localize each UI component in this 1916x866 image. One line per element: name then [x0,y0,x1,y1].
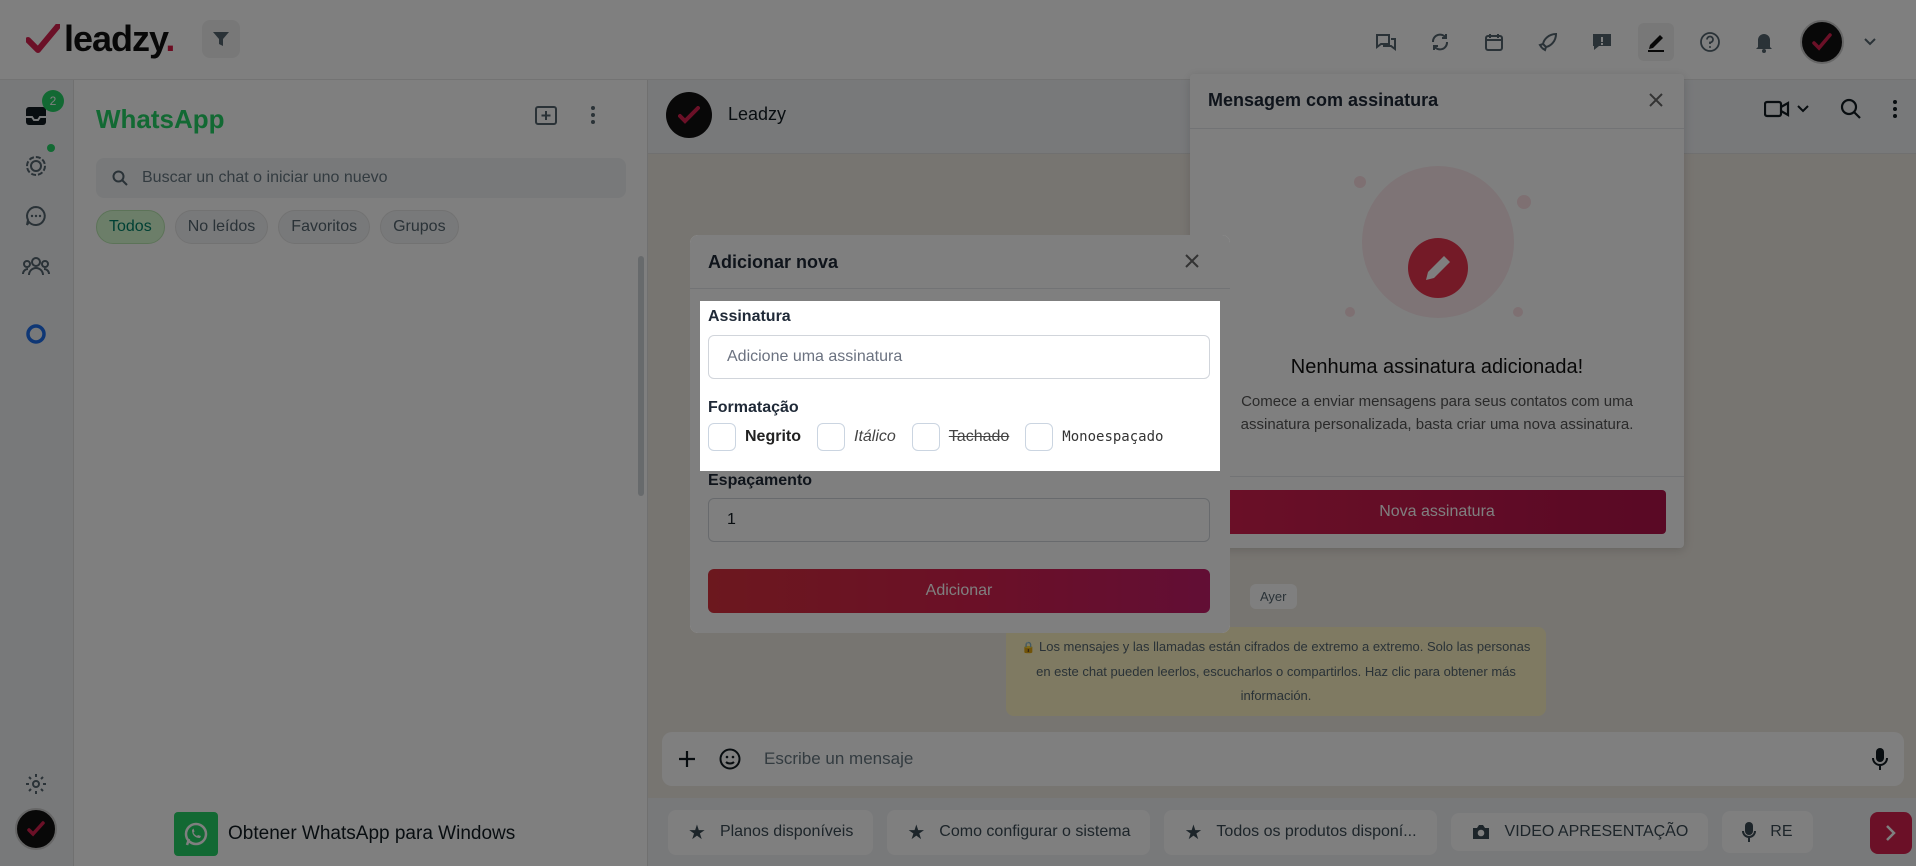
signature-input[interactable]: Adicione uma assinatura [708,335,1210,379]
format-mono-option[interactable]: Monoespaçado [1025,423,1163,451]
strike-checkbox[interactable] [911,423,940,451]
add-signature-modal: Adicionar nova Assinatura Adicione uma a… [690,235,1230,633]
mono-label: Monoespaçado [1062,429,1164,445]
format-bold-option[interactable]: Negrito [708,423,801,451]
spacing-label: Espaçamento [708,472,813,489]
modal-header: Adicionar nova [690,235,1230,289]
dim-left [690,301,700,471]
modal-close-button[interactable] [1184,253,1200,269]
dim-right [1220,301,1230,471]
modal-title: Adicionar nova [708,252,839,272]
italic-label: Itálico [854,428,896,445]
close-icon [1185,254,1199,268]
format-strike-option[interactable]: Tachado [911,423,1010,451]
format-options: Negrito Itálico Tachado Monoespaçado [708,423,1179,451]
italic-checkbox[interactable] [817,423,845,451]
bold-checkbox[interactable] [708,423,736,451]
bold-label: Negrito [745,428,801,445]
format-italic-option[interactable]: Itálico [817,423,896,451]
signature-label: Assinatura [708,308,791,325]
spacing-input[interactable]: 1 [708,498,1210,542]
add-button[interactable]: Adicionar [708,569,1210,613]
mono-checkbox[interactable] [1025,423,1054,451]
strike-label: Tachado [948,428,1010,445]
format-label: Formatação [708,399,799,416]
